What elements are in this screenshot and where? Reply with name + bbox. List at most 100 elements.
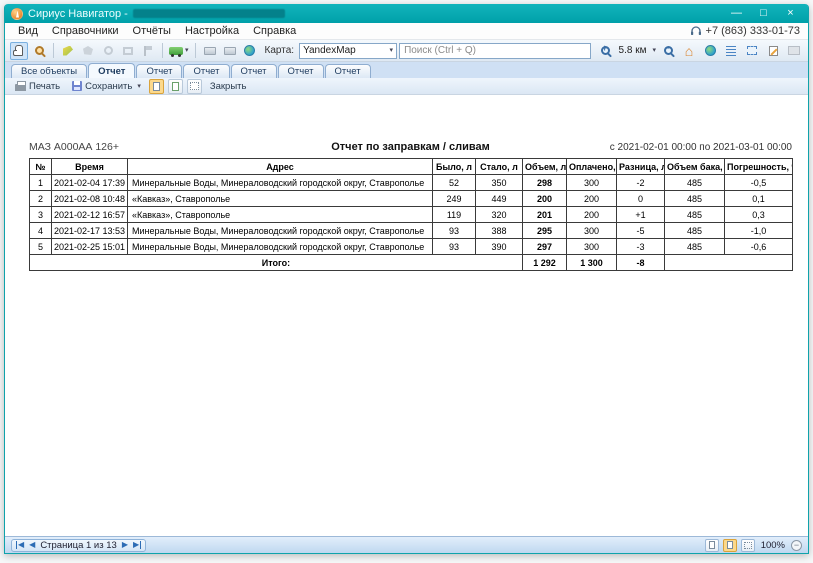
chevron-down-icon: ▾ xyxy=(137,83,141,90)
first-page-button[interactable]: ◀ xyxy=(16,541,24,549)
column-header: Оплачено, л xyxy=(567,159,617,175)
tab-report-6[interactable]: Отчет xyxy=(325,64,371,78)
totals-empty-cell xyxy=(665,255,793,271)
table-row: 22021-02-08 10:48«Кавказ», Ставрополье24… xyxy=(30,191,793,207)
headphones-icon xyxy=(690,26,702,36)
geozones-button[interactable] xyxy=(241,42,259,60)
totals-difference: -8 xyxy=(617,255,665,271)
menu-directories[interactable]: Справочники xyxy=(45,24,126,38)
report-toolbar: Печать Сохранить ▾ Закрыть xyxy=(5,78,808,95)
last-page-button[interactable]: ▶ xyxy=(133,541,141,549)
map-zoom-tools: + 5.8 км ▾ − ⌂ xyxy=(597,42,803,60)
zoom-out-button[interactable]: − xyxy=(659,42,677,60)
legend-list-button[interactable] xyxy=(722,42,740,60)
totals-paid: 1 300 xyxy=(567,255,617,271)
table-cell: -1,0 xyxy=(725,223,793,239)
printer-icon xyxy=(15,84,26,91)
tab-report-2[interactable]: Отчет xyxy=(136,64,182,78)
report-period: с 2021-02-01 00:00 по 2021-03-01 00:00 xyxy=(567,142,792,153)
truck-icon xyxy=(169,47,183,55)
table-cell: 0 xyxy=(617,191,665,207)
vehicles-button[interactable]: ▾ xyxy=(168,42,190,60)
zoom-out-icon: − xyxy=(664,46,673,55)
close-report-label: Закрыть xyxy=(210,81,247,92)
panel-view-button[interactable] xyxy=(221,42,239,60)
tab-report-active[interactable]: Отчет xyxy=(88,63,135,78)
single-page-view-button[interactable] xyxy=(705,539,719,552)
search-input[interactable] xyxy=(399,43,591,59)
notes-button[interactable] xyxy=(764,42,782,60)
table-row: 12021-02-04 17:39Минеральные Воды, Минер… xyxy=(30,175,793,191)
close-button[interactable]: × xyxy=(777,6,804,21)
rectangle-tool-button[interactable] xyxy=(119,42,137,60)
table-cell: 2021-02-08 10:48 xyxy=(52,191,128,207)
tab-report-3[interactable]: Отчет xyxy=(183,64,229,78)
menu-reports[interactable]: Отчёты xyxy=(126,24,178,38)
table-cell: 4 xyxy=(30,223,52,239)
table-cell: -3 xyxy=(617,239,665,255)
rectangle-icon xyxy=(123,47,133,55)
zoom-out-slider-button[interactable]: − xyxy=(791,540,802,551)
table-totals-row: Итого: 1 292 1 300 -8 xyxy=(30,255,793,271)
maximize-button[interactable]: □ xyxy=(750,6,777,21)
fit-view-toggle[interactable] xyxy=(187,79,202,94)
panel-icon xyxy=(224,47,236,55)
polygon-tool-button[interactable] xyxy=(79,42,97,60)
menu-settings[interactable]: Настройка xyxy=(178,24,246,38)
table-view-button[interactable] xyxy=(201,42,219,60)
table-cell: 200 xyxy=(567,207,617,223)
page-view-toggle[interactable] xyxy=(149,79,164,94)
table-cell: Минеральные Воды, Минераловодский городс… xyxy=(128,223,433,239)
previous-page-button[interactable]: ◀ xyxy=(29,541,35,549)
column-header: Разница, л xyxy=(617,159,665,175)
column-header: Стало, л xyxy=(476,159,523,175)
select-area-button[interactable] xyxy=(743,42,761,60)
zoom-in-button[interactable]: + xyxy=(597,42,615,60)
flag-tool-button[interactable] xyxy=(139,42,157,60)
circle-tool-button[interactable] xyxy=(99,42,117,60)
hand-pan-tool-button[interactable] xyxy=(10,42,28,60)
next-page-button[interactable]: ▶ xyxy=(122,541,128,549)
close-report-button[interactable]: Закрыть xyxy=(206,80,251,93)
map-select-value: YandexMap xyxy=(303,45,356,56)
toolbar-separator xyxy=(53,43,54,58)
map-select[interactable]: YandexMap ▾ xyxy=(299,43,397,59)
thumbnails-view-button[interactable] xyxy=(741,539,755,552)
status-bar: ◀ ◀ Страница 1 из 13 ▶ ▶ 100% − xyxy=(5,536,808,553)
image-icon xyxy=(788,46,800,55)
snapshot-button[interactable] xyxy=(785,42,803,60)
table-cell: 300 xyxy=(567,239,617,255)
page-icon xyxy=(153,82,160,91)
save-button[interactable]: Сохранить ▾ xyxy=(68,80,145,93)
draw-track-button[interactable] xyxy=(59,42,77,60)
table-cell: «Кавказ», Ставрополье xyxy=(128,191,433,207)
vehicle-name: МАЗ А000АА 126+ xyxy=(29,141,254,153)
menu-view[interactable]: Вид xyxy=(11,24,45,38)
table-cell: 2021-02-12 16:57 xyxy=(52,207,128,223)
table-cell: 5 xyxy=(30,239,52,255)
window-controls: — □ × xyxy=(723,6,804,21)
continuous-view-toggle[interactable] xyxy=(168,79,183,94)
chevron-down-icon[interactable]: ▾ xyxy=(652,47,656,54)
page-indicator: Страница 1 из 13 xyxy=(40,540,117,551)
table-cell: -2 xyxy=(617,175,665,191)
minimize-button[interactable]: — xyxy=(723,6,750,21)
table-cell: Минеральные Воды, Минераловодский городс… xyxy=(128,239,433,255)
print-button[interactable]: Печать xyxy=(11,80,64,93)
tab-report-4[interactable]: Отчет xyxy=(231,64,277,78)
table-cell: -0,6 xyxy=(725,239,793,255)
page-icon xyxy=(709,541,715,549)
map-label: Карта: xyxy=(265,45,295,56)
table-cell: 485 xyxy=(665,207,725,223)
home-button[interactable]: ⌂ xyxy=(680,42,698,60)
list-icon xyxy=(726,46,736,56)
table-cell: 350 xyxy=(476,175,523,191)
world-map-button[interactable] xyxy=(701,42,719,60)
menu-help[interactable]: Справка xyxy=(246,24,303,38)
fit-page-view-button[interactable] xyxy=(723,539,737,552)
tab-report-5[interactable]: Отчет xyxy=(278,64,324,78)
tab-all-objects[interactable]: Все объекты xyxy=(11,64,87,78)
table-cell: 2021-02-25 15:01 xyxy=(52,239,128,255)
zoom-tool-button[interactable] xyxy=(30,42,48,60)
report-title: Отчет по заправкам / сливам xyxy=(254,141,567,153)
